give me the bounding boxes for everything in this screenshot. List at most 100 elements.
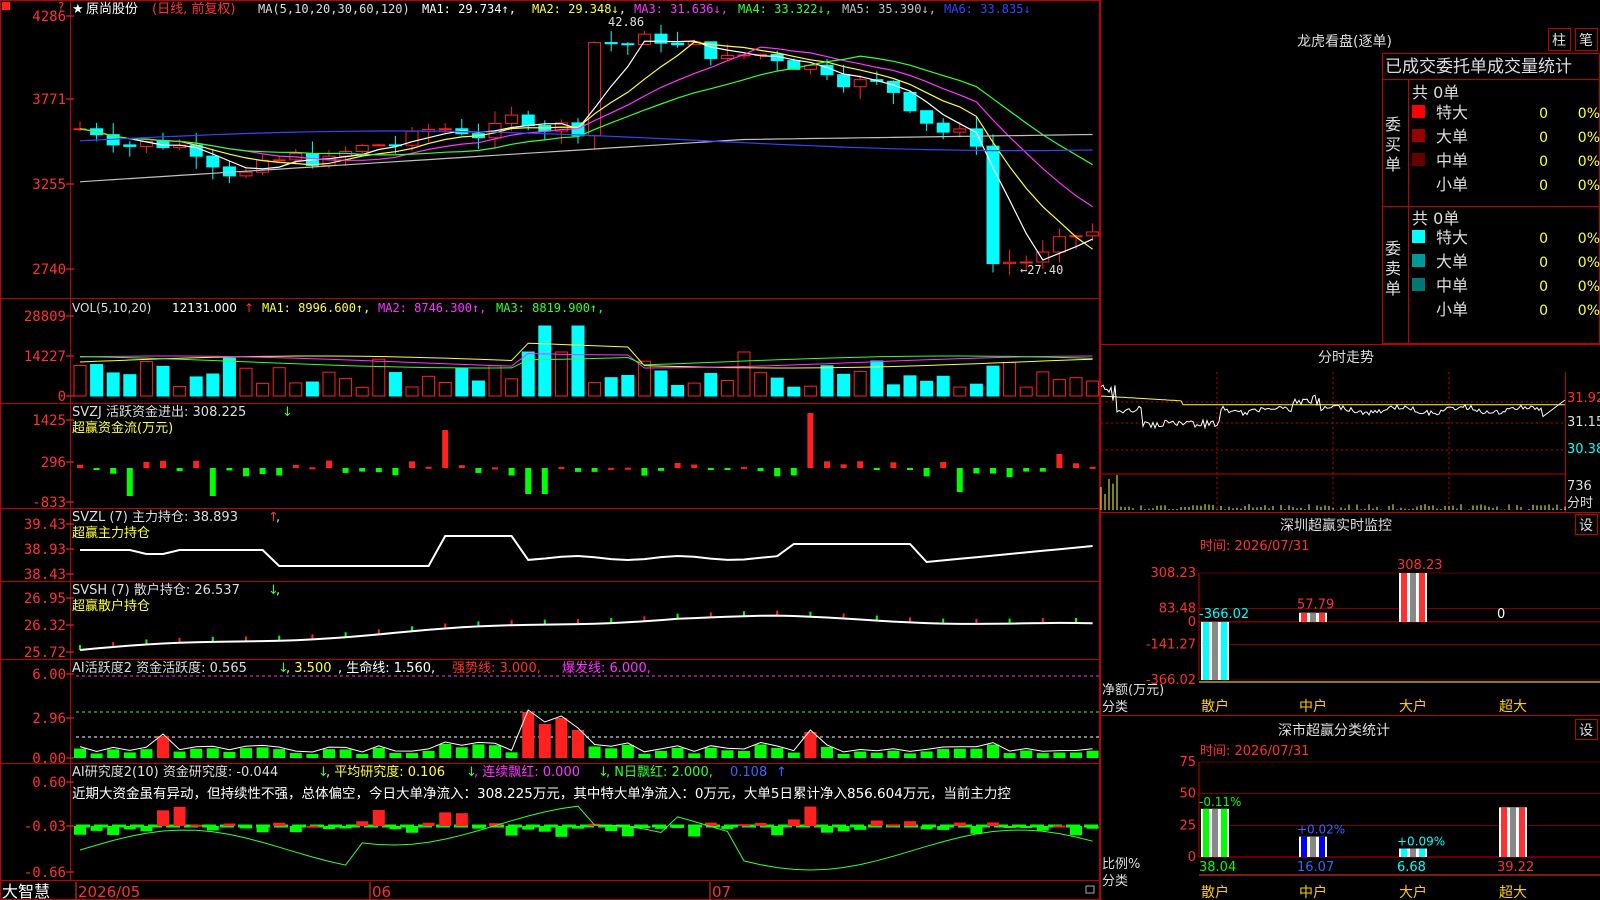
activity-bar[interactable] xyxy=(339,749,352,758)
volume-bar[interactable] xyxy=(139,361,153,397)
volume-bar[interactable] xyxy=(488,365,502,397)
flow-bar[interactable] xyxy=(575,468,581,472)
volume-bar[interactable] xyxy=(621,374,635,397)
research-bar[interactable] xyxy=(738,824,750,827)
activity-bar[interactable] xyxy=(721,750,734,758)
activity-bar[interactable] xyxy=(1036,753,1049,758)
volume-bar[interactable] xyxy=(106,372,120,397)
sz-monitor-chart[interactable]: 308.2383.480-141.27-366.02-366.02散户57.79… xyxy=(1146,558,1600,715)
volume-bar[interactable] xyxy=(239,367,253,397)
activity-bar[interactable] xyxy=(455,747,468,758)
research-bar[interactable] xyxy=(605,826,618,832)
activity-bar[interactable] xyxy=(107,749,120,758)
candle-body[interactable] xyxy=(239,171,253,177)
research-bar[interactable] xyxy=(937,826,950,830)
volume-bar[interactable] xyxy=(588,382,602,397)
research-bar[interactable] xyxy=(538,826,551,832)
volume-bar[interactable] xyxy=(704,372,718,397)
flow-bar[interactable] xyxy=(342,468,349,473)
activity-bar[interactable] xyxy=(1070,752,1082,758)
volume-bar[interactable] xyxy=(969,383,983,397)
volume-bar[interactable] xyxy=(471,380,485,397)
volume-bar[interactable] xyxy=(787,386,801,397)
flow-bar[interactable] xyxy=(558,466,565,469)
activity-bar[interactable] xyxy=(920,751,933,758)
research-bar[interactable] xyxy=(638,826,651,828)
research-bar[interactable] xyxy=(306,825,319,828)
activity-bar[interactable] xyxy=(937,749,950,758)
activity-bar[interactable] xyxy=(887,750,900,758)
flow-bar[interactable] xyxy=(508,468,515,476)
activity-bar[interactable] xyxy=(638,753,651,758)
volume-bar[interactable] xyxy=(305,381,319,397)
flow-bar[interactable] xyxy=(790,468,797,476)
activity-bar[interactable] xyxy=(223,751,236,758)
sz-class-chart[interactable]: 75 50 25 038.04 -0.11% 散户 16.07 +0.02% 中户 6.68 +0.… xyxy=(1179,755,1600,900)
flow-bar[interactable] xyxy=(375,468,382,473)
activity-bar[interactable] xyxy=(306,753,319,758)
flow-bar[interactable] xyxy=(392,468,399,476)
volume-bar[interactable] xyxy=(206,373,220,397)
research-bar[interactable] xyxy=(771,826,784,836)
activity-bar[interactable] xyxy=(621,744,634,758)
flow-bar[interactable] xyxy=(990,468,996,474)
svzj-chart[interactable] xyxy=(77,413,1096,496)
candle-body[interactable] xyxy=(853,79,867,88)
volume-bar[interactable] xyxy=(1069,377,1083,397)
research-bar[interactable] xyxy=(555,826,568,837)
kline-chart[interactable] xyxy=(73,24,1100,276)
candle-body[interactable] xyxy=(372,144,386,147)
activity-bar[interactable] xyxy=(123,752,136,758)
activity-bar[interactable] xyxy=(505,752,518,758)
favorite-star-icon[interactable]: ★ xyxy=(72,2,84,17)
flow-bar[interactable] xyxy=(176,468,183,472)
volume-bar[interactable] xyxy=(505,378,519,397)
volume-bar[interactable] xyxy=(1036,371,1050,397)
svsh-chart[interactable] xyxy=(79,610,1093,651)
activity-bar[interactable] xyxy=(572,730,584,758)
flow-bar[interactable] xyxy=(276,468,283,476)
volume-bar[interactable] xyxy=(554,351,568,397)
flow-bar[interactable] xyxy=(209,468,216,496)
research-bar[interactable] xyxy=(754,823,767,826)
flow-bar[interactable] xyxy=(707,468,714,470)
flow-bar[interactable] xyxy=(940,461,947,468)
research-bar[interactable] xyxy=(1020,826,1033,828)
activity-bar[interactable] xyxy=(854,751,867,758)
research-bar[interactable] xyxy=(206,826,219,831)
flow-bar[interactable] xyxy=(525,468,532,494)
flow-bar[interactable] xyxy=(309,467,316,470)
research-bar[interactable] xyxy=(323,826,335,830)
research-bar[interactable] xyxy=(870,820,883,826)
research-bar[interactable] xyxy=(389,826,402,830)
volume-bar[interactable] xyxy=(754,372,768,397)
activity-bar[interactable] xyxy=(655,750,667,758)
flow-bar[interactable] xyxy=(143,461,150,468)
candle-body[interactable] xyxy=(1086,231,1100,237)
research-bar[interactable] xyxy=(987,822,999,826)
research-bar[interactable] xyxy=(688,826,701,837)
volume-bar[interactable] xyxy=(1003,361,1017,397)
flow-bar[interactable] xyxy=(973,468,980,474)
flow-bar[interactable] xyxy=(807,413,814,468)
volume-bar[interactable] xyxy=(820,365,834,397)
volume-bar[interactable] xyxy=(770,377,784,397)
stroke-toggle-button[interactable]: 笔 xyxy=(1575,28,1598,51)
candle-body[interactable] xyxy=(123,144,137,147)
candle-body[interactable] xyxy=(936,122,950,133)
volume-bar[interactable] xyxy=(803,385,817,397)
research-bar[interactable] xyxy=(372,810,385,826)
volume-bar[interactable] xyxy=(222,357,236,397)
research-bar[interactable] xyxy=(157,810,169,826)
flow-bar[interactable] xyxy=(724,468,731,470)
activity-bar[interactable] xyxy=(74,748,86,758)
research-bar[interactable] xyxy=(1036,826,1049,831)
activity-bar[interactable] xyxy=(738,751,750,758)
activity-bar[interactable] xyxy=(688,753,701,758)
research-bar[interactable] xyxy=(240,826,252,829)
flow-bar[interactable] xyxy=(641,468,648,476)
volume-bar[interactable] xyxy=(720,379,734,397)
volume-bar[interactable] xyxy=(687,382,701,397)
bar-toggle-button[interactable]: 柱 xyxy=(1548,28,1571,51)
dragon-tabs[interactable]: 已成交委托单成交量统计 xyxy=(1385,57,1572,77)
